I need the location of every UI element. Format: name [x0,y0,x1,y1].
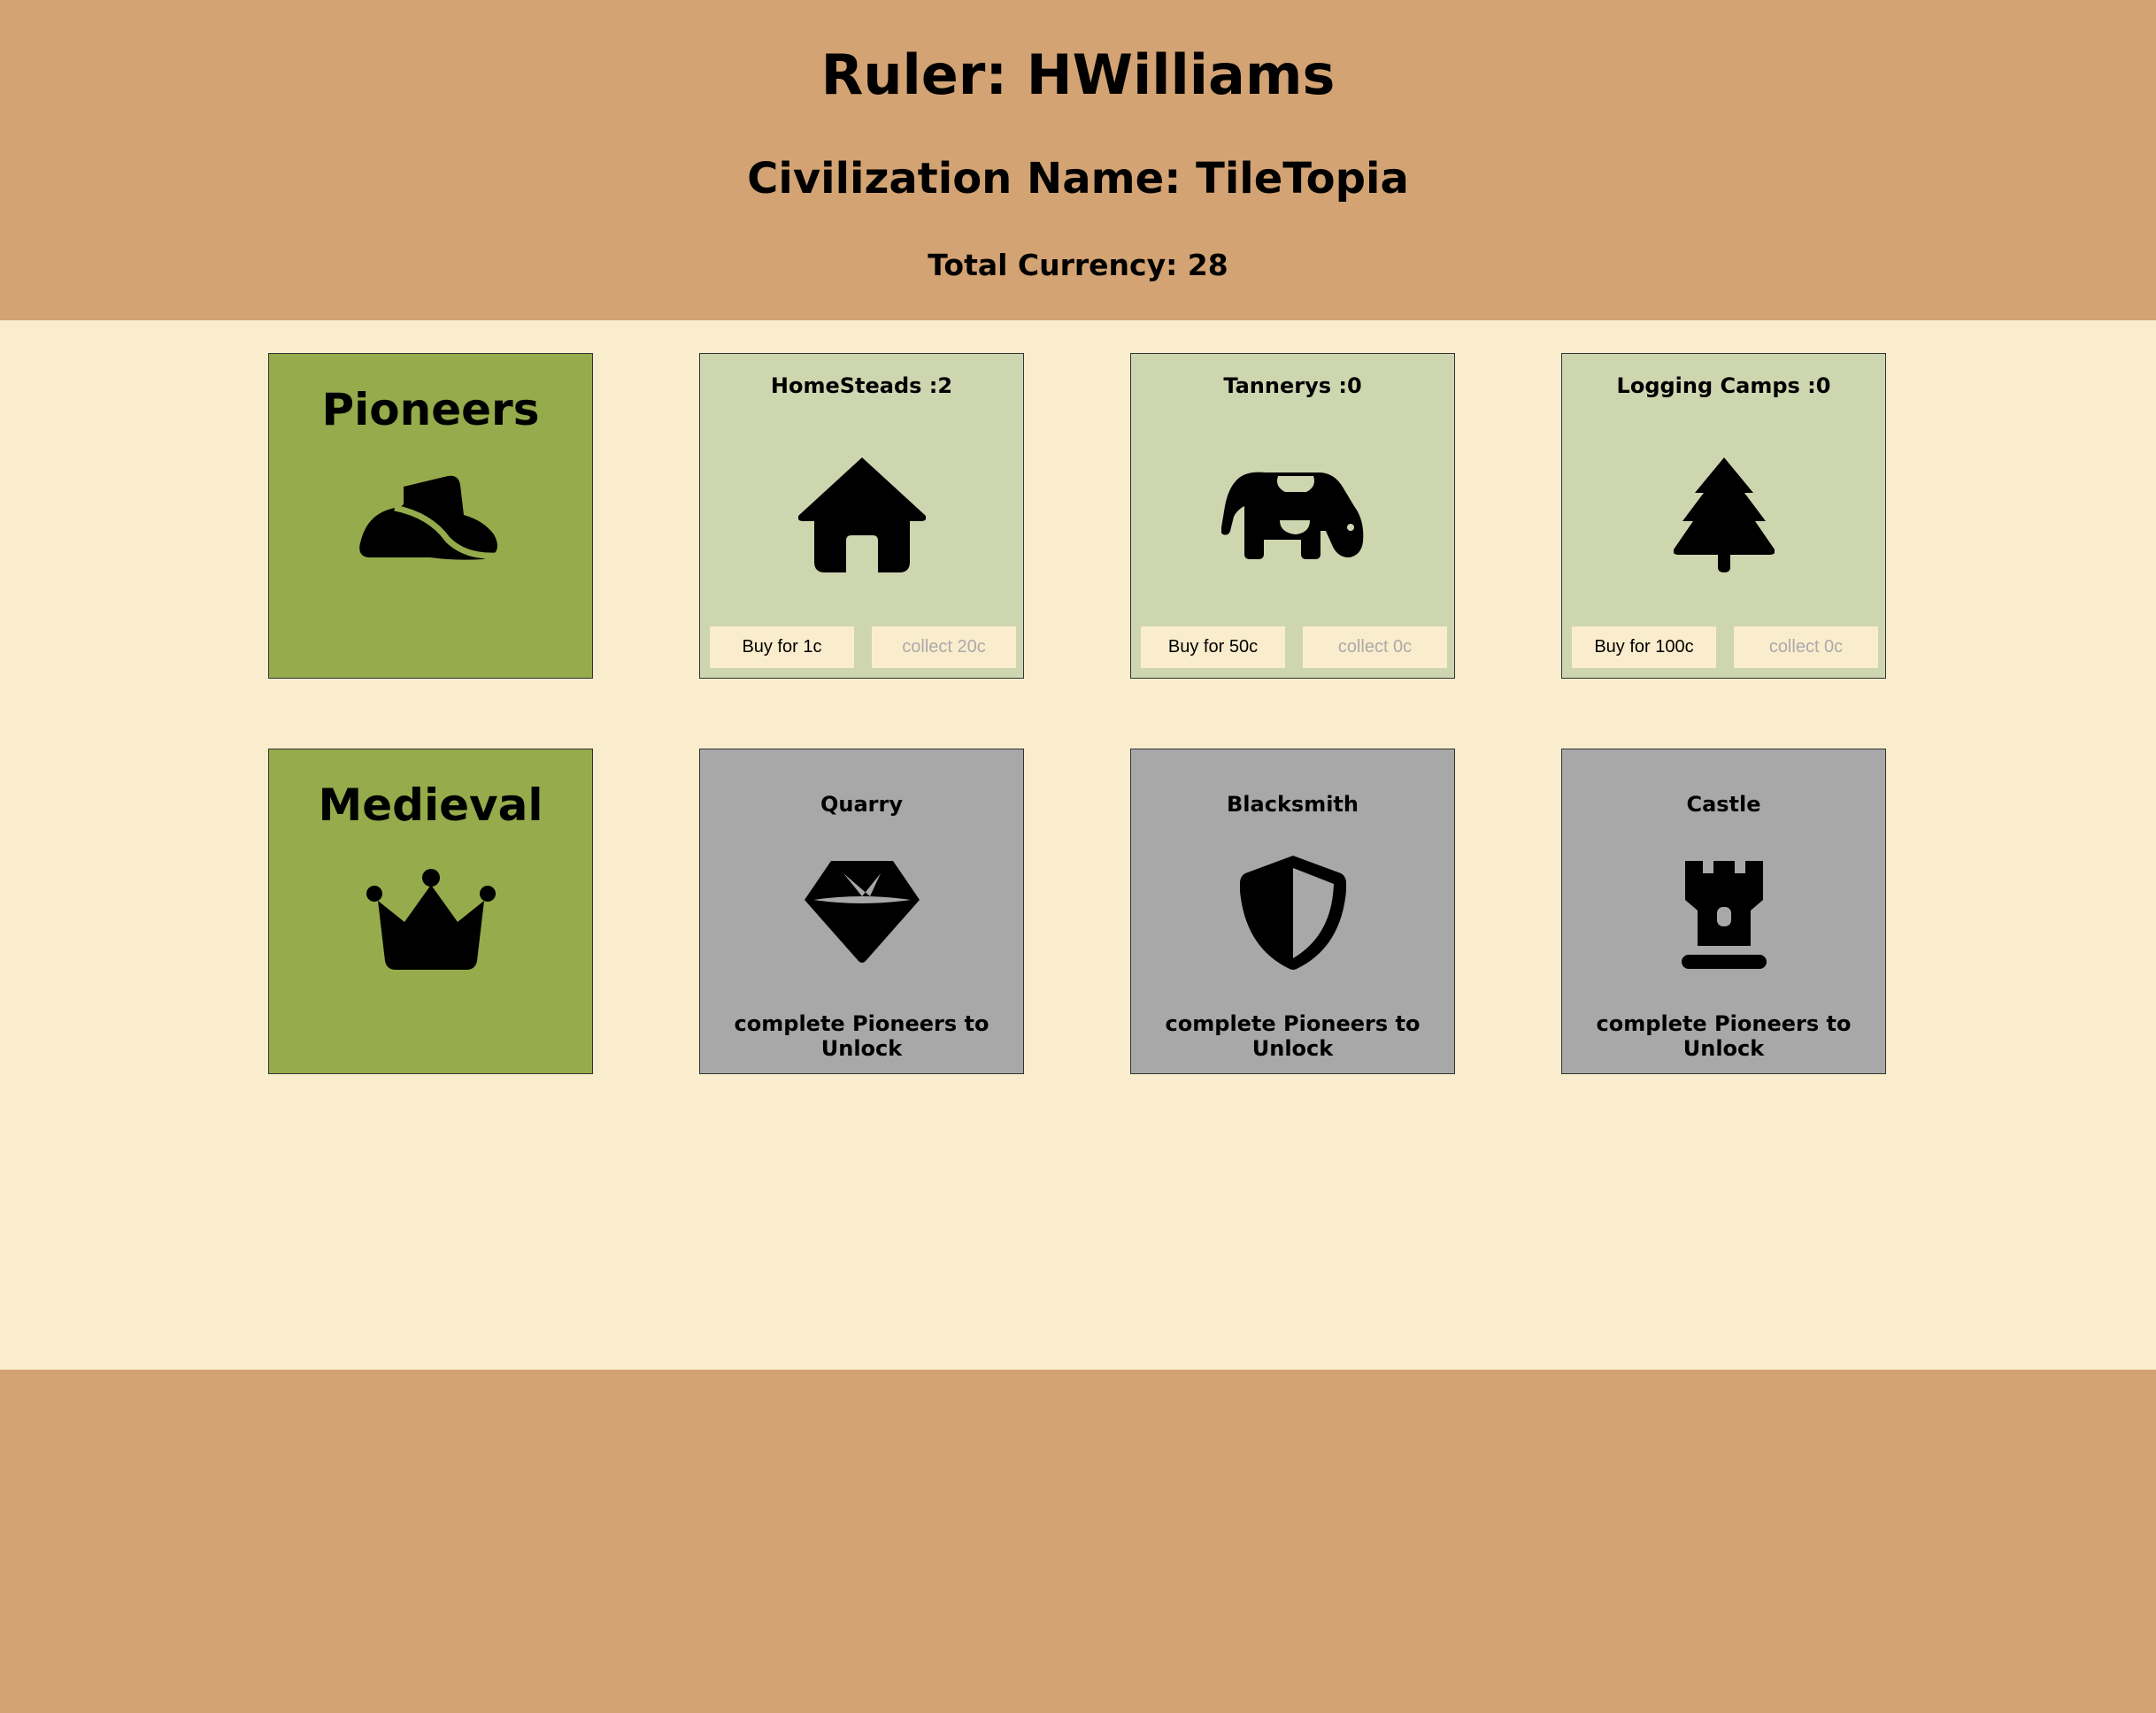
building-title: Blacksmith [1227,792,1359,817]
cowboy-hat-icon [358,469,503,566]
civilization-name: Civilization Name: TileTopia [747,154,1409,204]
building-tile-quarry: Quarry complete Pioneers to Unlock [699,749,1024,1074]
building-title: Tannerys :0 [1223,373,1362,398]
crown-icon [366,869,497,973]
building-title: Castle [1686,792,1761,817]
ruler-name: Ruler: HWilliams [820,42,1336,107]
building-tile-logging-camps: Logging Camps :0 Buy for 100c collect 0c [1561,353,1886,679]
shield-icon [1239,856,1346,974]
collect-logging-camp-button[interactable]: collect 0c [1734,626,1878,668]
cow-icon [1220,471,1365,563]
total-currency: Total Currency: 28 [928,248,1228,282]
building-title: Logging Camps :0 [1616,373,1831,398]
gem-icon [804,861,920,967]
era-title: Pioneers [321,384,540,435]
era-tile-medieval: Medieval [268,749,593,1074]
collect-homestead-button[interactable]: collect 20c [872,626,1016,668]
building-title: Quarry [820,792,903,817]
unlock-requirement: complete Pioneers to Unlock [1165,1011,1421,1061]
unlock-requirement: complete Pioneers to Unlock [1596,1011,1852,1061]
buy-logging-camp-button[interactable]: Buy for 100c [1572,626,1716,668]
house-icon [797,457,926,576]
building-tile-homesteads: HomeSteads :2 Buy for 1c collect 20c [699,353,1024,679]
era-title: Medieval [318,780,543,831]
building-title: HomeSteads :2 [770,373,953,398]
era-tile-pioneers: Pioneers [268,353,593,679]
tree-icon [1673,457,1775,576]
building-tile-castle: Castle complete Pioneers to Unlock [1561,749,1886,1074]
building-tile-blacksmith: Blacksmith complete Pioneers to Unlock [1130,749,1455,1074]
buy-tannery-button[interactable]: Buy for 50c [1141,626,1285,668]
buy-homestead-button[interactable]: Buy for 1c [710,626,854,668]
header: Ruler: HWilliams Civilization Name: Tile… [0,0,2156,320]
unlock-requirement: complete Pioneers to Unlock [734,1011,989,1061]
tile-board: Pioneers HomeSteads :2 Buy for 1c collec… [0,320,2156,1370]
chess-rook-icon [1681,861,1767,974]
building-tile-tannerys: Tannerys :0 Buy for 50c collect 0c [1130,353,1455,679]
collect-tannery-button[interactable]: collect 0c [1303,626,1447,668]
